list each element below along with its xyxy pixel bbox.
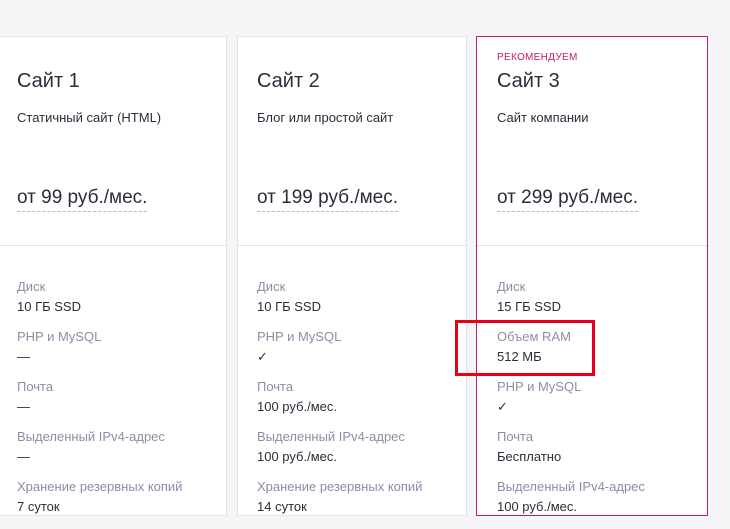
plan-card-site-2[interactable]: Сайт 2 Блог или простой сайт от 199 руб.… bbox=[237, 36, 467, 516]
feature-mail: Почта Бесплатно bbox=[497, 429, 645, 479]
feature-value: ✓ bbox=[497, 399, 508, 414]
feature-value: ✓ bbox=[257, 349, 268, 364]
feature-label: PHP и MySQL bbox=[497, 379, 582, 394]
feature-value: 100 руб./мес. bbox=[257, 449, 337, 464]
feature-mail: Почта 100 руб./мес. bbox=[257, 379, 422, 429]
feature-label: Хранение резервных копий bbox=[257, 479, 423, 494]
feature-value: 7 суток bbox=[17, 499, 60, 514]
feature-mail: Почта — bbox=[17, 379, 182, 429]
feature-value: 10 ГБ SSD bbox=[17, 299, 81, 314]
divider bbox=[238, 245, 466, 246]
feature-ipv4: Выделенный IPv4-адрес 100 руб./мес. bbox=[497, 479, 645, 529]
feature-value: — bbox=[17, 399, 30, 414]
feature-value: 15 ГБ SSD bbox=[497, 299, 561, 314]
feature-disk: Диск 15 ГБ SSD bbox=[497, 279, 645, 329]
feature-disk: Диск 10 ГБ SSD bbox=[17, 279, 182, 329]
feature-label: Выделенный IPv4-адрес bbox=[257, 429, 405, 444]
feature-backups: Хранение резервных копий 14 суток bbox=[257, 479, 422, 529]
plan-features: Диск 10 ГБ SSD PHP и MySQL — Почта — Выд… bbox=[17, 279, 182, 529]
plan-subtitle: Статичный сайт (HTML) bbox=[17, 110, 162, 125]
feature-ram: Объем RAM 512 МБ bbox=[497, 329, 645, 379]
plan-price[interactable]: от 99 руб./мес. bbox=[17, 187, 148, 212]
plan-card-site-3[interactable]: РЕКОМЕНДУЕМ Сайт 3 Сайт компании от 299 … bbox=[476, 36, 708, 516]
feature-value: — bbox=[17, 349, 30, 364]
feature-label: Почта bbox=[17, 379, 54, 394]
plan-title: Сайт 3 bbox=[497, 70, 560, 92]
feature-label: PHP и MySQL bbox=[257, 329, 342, 344]
feature-label: PHP и MySQL bbox=[17, 329, 102, 344]
feature-label: Диск bbox=[17, 279, 46, 294]
feature-php-mysql: PHP и MySQL ✓ bbox=[257, 329, 422, 379]
feature-disk: Диск 10 ГБ SSD bbox=[257, 279, 422, 329]
feature-ipv4: Выделенный IPv4-адрес 100 руб./мес. bbox=[257, 429, 422, 479]
recommended-badge: РЕКОМЕНДУЕМ bbox=[497, 52, 578, 63]
feature-label: Объем RAM bbox=[497, 329, 571, 344]
feature-php-mysql: PHP и MySQL — bbox=[17, 329, 182, 379]
plan-subtitle: Сайт компании bbox=[497, 110, 589, 125]
feature-label: Почта bbox=[497, 429, 534, 444]
feature-ipv4: Выделенный IPv4-адрес — bbox=[17, 429, 182, 479]
feature-value: — bbox=[17, 449, 30, 464]
plan-features: Диск 10 ГБ SSD PHP и MySQL ✓ Почта 100 р… bbox=[257, 279, 422, 529]
feature-label: Диск bbox=[257, 279, 286, 294]
plan-subtitle: Блог или простой сайт bbox=[257, 110, 394, 125]
feature-label: Диск bbox=[497, 279, 526, 294]
feature-label: Выделенный IPv4-адрес bbox=[17, 429, 165, 444]
plan-features: Диск 15 ГБ SSD Объем RAM 512 МБ PHP и My… bbox=[497, 279, 645, 529]
feature-label: Почта bbox=[257, 379, 294, 394]
plan-price[interactable]: от 299 руб./мес. bbox=[497, 187, 639, 212]
feature-value: 100 руб./мес. bbox=[497, 499, 577, 514]
feature-value: 100 руб./мес. bbox=[257, 399, 337, 414]
feature-value: 10 ГБ SSD bbox=[257, 299, 321, 314]
feature-value: 14 суток bbox=[257, 499, 307, 514]
feature-backups: Хранение резервных копий 7 суток bbox=[17, 479, 182, 529]
plan-title: Сайт 1 bbox=[17, 70, 80, 92]
feature-value: Бесплатно bbox=[497, 449, 562, 464]
feature-php-mysql: PHP и MySQL ✓ bbox=[497, 379, 645, 429]
feature-label: Выделенный IPv4-адрес bbox=[497, 479, 645, 494]
feature-label: Хранение резервных копий bbox=[17, 479, 183, 494]
plan-title: Сайт 2 bbox=[257, 70, 320, 92]
feature-value: 512 МБ bbox=[497, 349, 542, 364]
divider bbox=[0, 245, 226, 246]
plan-card-site-1[interactable]: Сайт 1 Статичный сайт (HTML) от 99 руб./… bbox=[0, 36, 227, 516]
plan-price[interactable]: от 199 руб./мес. bbox=[257, 187, 399, 212]
divider bbox=[477, 245, 707, 246]
